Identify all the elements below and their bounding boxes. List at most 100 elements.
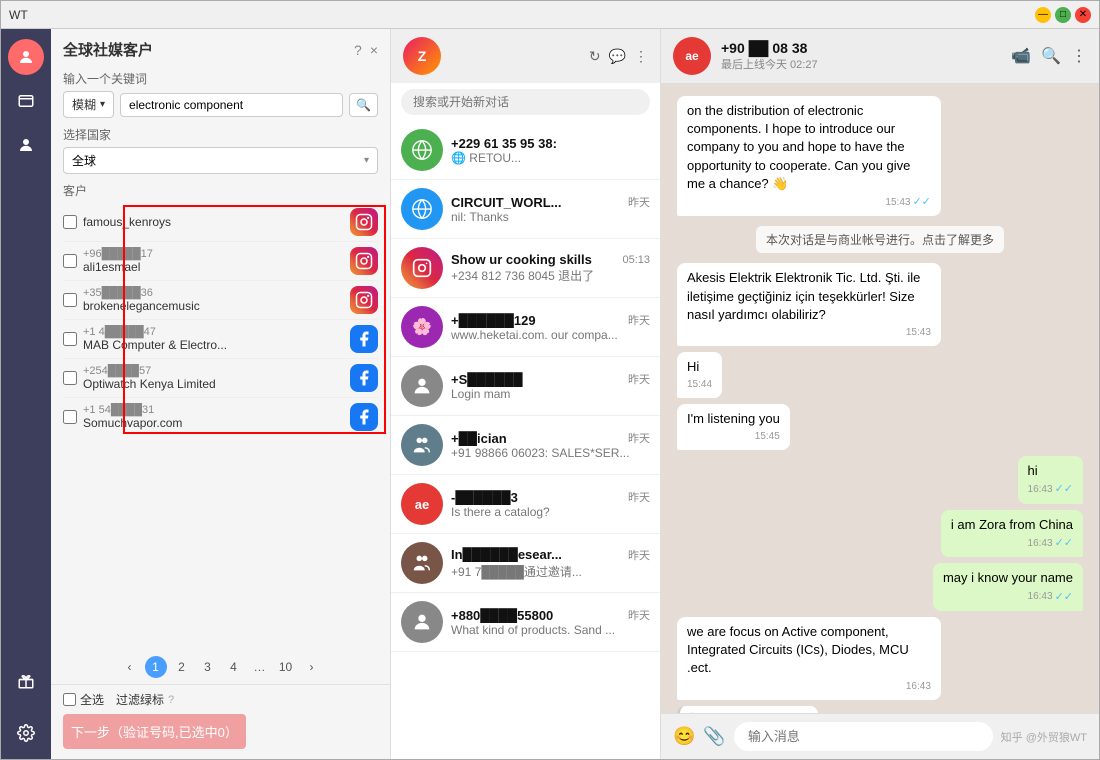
icon-sidebar (1, 29, 51, 759)
chat-list-panel: Z ↻ 💬 ⋮ +229 61 35 95 38:🌐 RETOU...CIRCU… (391, 29, 661, 759)
chat-more-icon[interactable]: ⋮ (1071, 46, 1087, 66)
clients-label: 客户 (63, 182, 378, 199)
sidebar-btn-contacts[interactable] (8, 39, 44, 75)
close-panel-icon[interactable]: × (370, 42, 378, 58)
search-input[interactable] (120, 93, 343, 117)
select-all-checkbox[interactable] (63, 693, 76, 706)
client-phone: +96█████17 (83, 248, 344, 260)
search-section: 输入一个关键词 模糊 🔍 (51, 66, 390, 124)
chat-list-item[interactable]: +229 61 35 95 38:🌐 RETOU... (391, 121, 660, 180)
client-checkbox[interactable] (63, 254, 77, 268)
message-time: 15:43 (687, 326, 931, 340)
chat-item-body: Show ur cooking skills05:13+234 812 736 … (451, 252, 650, 284)
chat-list-item[interactable]: +██ician昨天+91 98866 06023: SALES*SER... (391, 416, 660, 475)
attach-icon[interactable]: 📎 (703, 726, 725, 747)
client-item[interactable]: +254████57Optiwatch Kenya Limited (63, 361, 378, 395)
client-phone: +254████57 (83, 365, 344, 377)
next-page-btn[interactable]: › (301, 656, 323, 678)
chat-list-item[interactable]: In██████esear...昨天+91 7█████通过邀请... (391, 534, 660, 593)
chat-item-time: 昨天 (628, 194, 650, 210)
client-checkbox[interactable] (63, 293, 77, 307)
chat-item-avatar (401, 188, 443, 230)
client-item[interactable]: +96█████17ali1esmael (63, 244, 378, 278)
chat-item-avatar: 🌸 (401, 306, 443, 348)
filter-help-icon[interactable]: ? (168, 694, 174, 706)
search-chat-icon[interactable]: 🔍 (1041, 46, 1061, 66)
chat-list-item[interactable]: +S██████昨天Login mam (391, 357, 660, 416)
chat-item-preview: +91 7█████通过邀请... (451, 563, 650, 580)
chat-list-header-icons: ↻ 💬 ⋮ (589, 48, 648, 65)
chat-list-item[interactable]: Show ur cooking skills05:13+234 812 736 … (391, 239, 660, 298)
msg-prefix: 您 (688, 712, 808, 713)
message-row: I'm listening you15:45 (677, 404, 1083, 450)
sidebar-btn-user[interactable] (8, 127, 44, 163)
client-item[interactable]: +1 54████31Somuchvapor.com (63, 400, 378, 434)
message-row: i am Zora from China16:43 ✓✓ (677, 510, 1083, 558)
sidebar-btn-card[interactable] (8, 83, 44, 119)
chat-item-body: CIRCUIT_WORL...昨天nil: Thanks (451, 194, 650, 224)
chat-item-name: In██████esear... (451, 547, 562, 562)
chat-list-item[interactable]: +880████55800昨天What kind of products. Sa… (391, 593, 660, 652)
filter-label: 过滤绿标 (116, 691, 164, 708)
chat-search-input[interactable] (401, 89, 650, 115)
chat-list-item[interactable]: 🌸 +██████129 昨天www.heketai.com. our compa.… (391, 298, 660, 357)
client-name: Optiwatch Kenya Limited (83, 377, 344, 391)
message-time: 16:43 ✓✓ (1028, 482, 1073, 497)
maximize-button[interactable]: □ (1055, 7, 1071, 23)
chat-item-time: 昨天 (628, 371, 650, 387)
message-row: we are focus on Active component, Integr… (677, 617, 1083, 700)
chat-item-name: Show ur cooking skills (451, 252, 592, 267)
chat-list-item[interactable]: CIRCUIT_WORL...昨天nil: Thanks (391, 180, 660, 239)
close-button[interactable]: ✕ (1075, 7, 1091, 23)
chat-item-time: 昨天 (628, 489, 650, 505)
page-2-btn[interactable]: 2 (171, 656, 193, 678)
video-call-icon[interactable]: 📹 (1011, 46, 1031, 66)
next-step-button[interactable]: 下一步（验证号码,已选中0） (63, 714, 246, 749)
client-checkbox[interactable] (63, 215, 77, 229)
message-input[interactable] (734, 722, 993, 751)
filter-btn[interactable]: 过滤绿标 ? (116, 691, 174, 708)
chat-item-name: +S██████ (451, 372, 523, 387)
fuzzy-select[interactable]: 模糊 (63, 91, 114, 118)
client-info: +35█████36brokenelegancemusic (83, 287, 344, 313)
message-time: 16:43 ✓✓ (943, 590, 1073, 605)
select-all-check[interactable]: 全选 (63, 691, 104, 708)
chat-item-name: +229 61 35 95 38: (451, 136, 557, 151)
minimize-button[interactable]: — (1035, 7, 1051, 23)
chat-item-body: +██ician昨天+91 98866 06023: SALES*SER... (451, 430, 650, 460)
page-ellipsis: … (249, 656, 271, 678)
more-icon[interactable]: ⋮ (634, 48, 648, 65)
sidebar-btn-settings[interactable] (8, 715, 44, 751)
client-checkbox[interactable] (63, 371, 77, 385)
sidebar-btn-gift[interactable] (8, 663, 44, 699)
refresh-icon[interactable]: ↻ (589, 48, 601, 65)
client-item[interactable]: +35█████36brokenelegancemusic (63, 283, 378, 317)
page-1-btn[interactable]: 1 (145, 656, 167, 678)
message-row: Akesis Elektrik Elektronik Tic. Ltd. Şti… (677, 263, 1083, 346)
client-item[interactable]: famous_kenroys (63, 205, 378, 239)
message-bubble: I'm listening you15:45 (677, 404, 790, 450)
chat-icon[interactable]: 💬 (609, 48, 626, 65)
client-checkbox[interactable] (63, 332, 77, 346)
chat-list-item[interactable]: ae-██████3昨天Is there a catalog? (391, 475, 660, 534)
chat-item-body: +██████129 昨天www.heketai.com. our compa..… (451, 312, 650, 342)
help-icon[interactable]: ? (354, 42, 362, 58)
window-title: WT (9, 8, 1035, 22)
country-select[interactable]: 全球 (63, 147, 378, 174)
search-button[interactable]: 🔍 (349, 93, 378, 117)
client-list: famous_kenroys +96█████17ali1esmael +35███… (63, 205, 378, 434)
panel-header-icons: ? × (354, 42, 378, 58)
emoji-icon[interactable]: 😊 (673, 726, 695, 747)
chat-panel: ae +90 ██ 08 38 最后上线今天 02:27 📹 🔍 ⋮ on th… (661, 29, 1099, 759)
country-section: 选择国家 全球 (51, 124, 390, 180)
page-3-btn[interactable]: 3 (197, 656, 219, 678)
client-checkbox[interactable] (63, 410, 77, 424)
chat-item-name: +██████129 (451, 313, 536, 328)
client-item[interactable]: +1 4█████47MAB Computer & Electro... (63, 322, 378, 356)
page-4-btn[interactable]: 4 (223, 656, 245, 678)
chat-item-preview: www.heketai.com. our compa... (451, 328, 650, 342)
client-phone: +1 54████31 (83, 404, 344, 416)
chat-item-time: 昨天 (628, 312, 650, 328)
prev-page-btn[interactable]: ‹ (119, 656, 141, 678)
page-10-btn[interactable]: 10 (275, 656, 297, 678)
